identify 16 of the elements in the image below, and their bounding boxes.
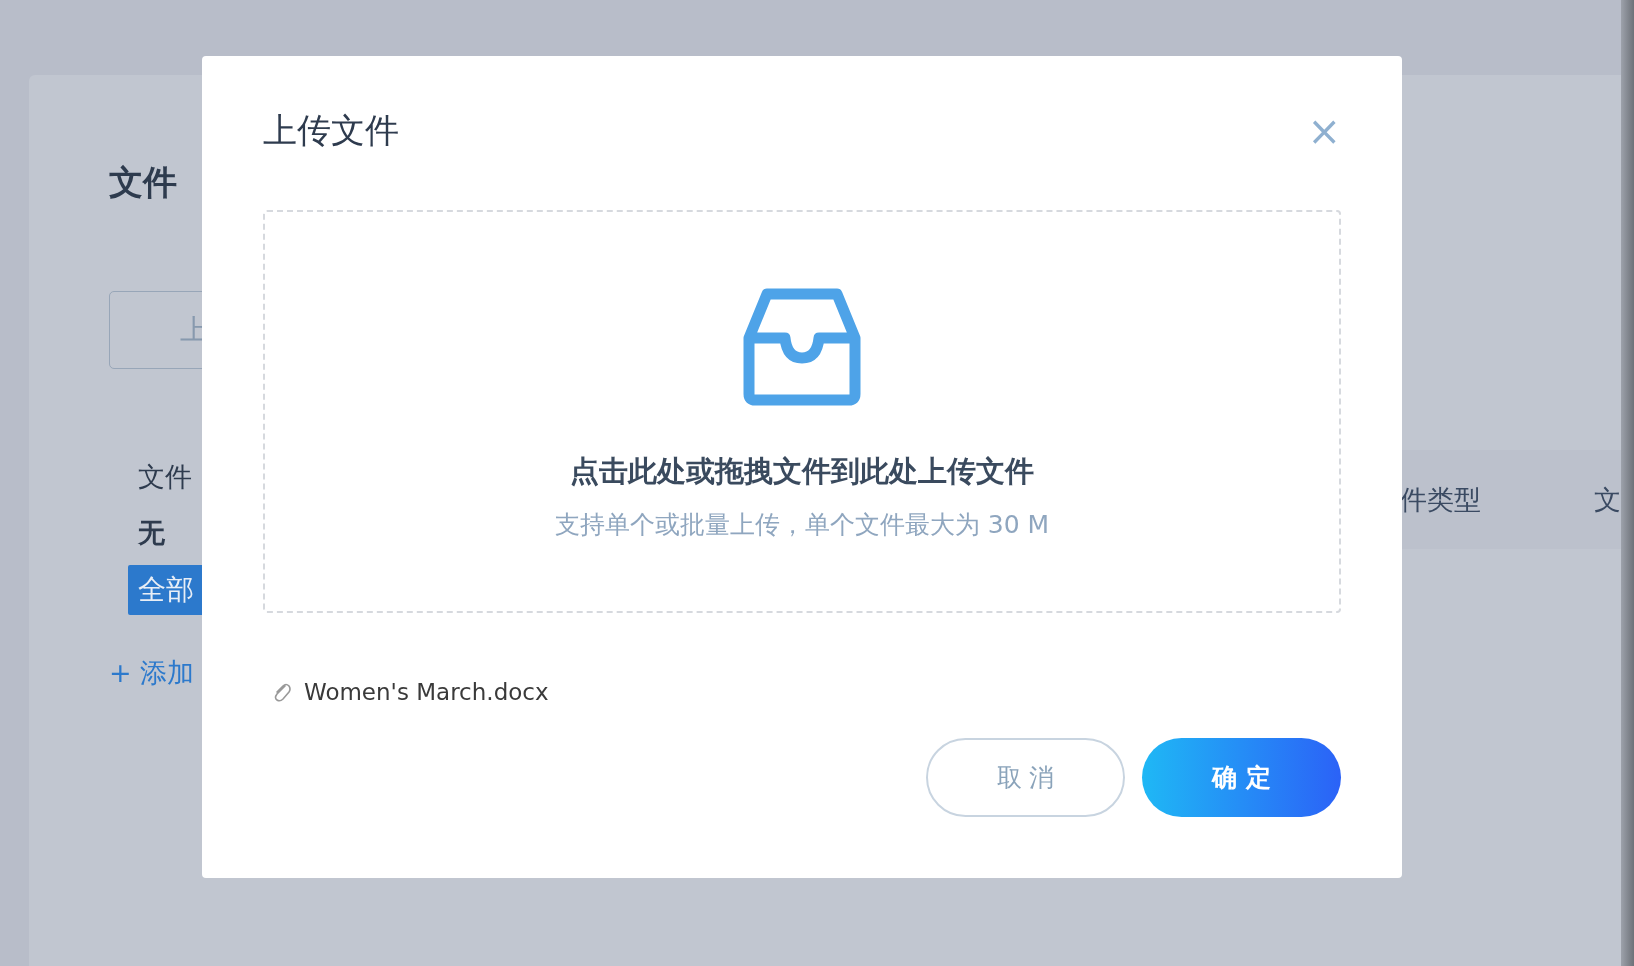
dialog-title: 上传文件 — [263, 109, 399, 152]
paperclip-icon — [272, 681, 292, 703]
upload-dropzone[interactable]: 点击此处或拖拽文件到此处上传文件 支持单个或批量上传，单个文件最大为 30 M — [263, 210, 1341, 613]
category-item: 无 — [138, 516, 165, 550]
close-button[interactable]: × — [1307, 111, 1341, 151]
add-category-link[interactable]: + 添加 — [109, 655, 195, 691]
dropzone-text: 点击此处或拖拽文件到此处上传文件 — [570, 453, 1034, 490]
page-title: 文件 — [109, 161, 177, 204]
column-header: 文 — [1594, 482, 1621, 517]
file-name: Women's March.docx — [304, 679, 549, 705]
column-header: 件类型 — [1400, 482, 1481, 517]
inbox-icon — [743, 288, 861, 406]
confirm-button[interactable]: 确 定 — [1142, 738, 1341, 817]
cancel-button[interactable]: 取 消 — [926, 738, 1125, 817]
dropzone-hint: 支持单个或批量上传，单个文件最大为 30 M — [554, 509, 1050, 541]
category-label: 文件 — [138, 460, 192, 494]
